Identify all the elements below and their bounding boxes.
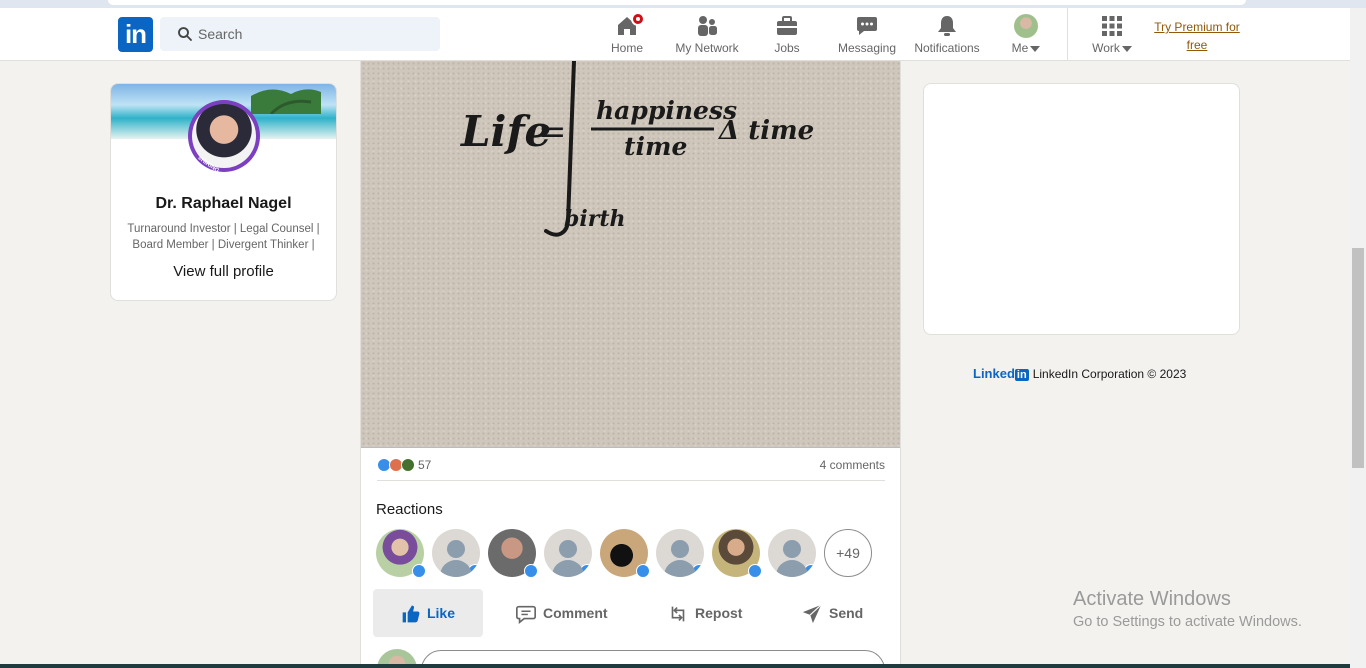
profile-avatar[interactable]: #HIRING — [188, 100, 260, 174]
repost-label: Repost — [695, 605, 743, 621]
like-label: Like — [426, 605, 455, 621]
more-reactors-button[interactable]: +49 — [824, 529, 872, 577]
bell-icon — [935, 14, 959, 38]
premium-line-1: Try Premium for — [1154, 20, 1240, 34]
reaction-count[interactable]: 57 — [418, 458, 431, 472]
like-badge-icon — [804, 564, 816, 577]
reactions-heading: Reactions — [376, 501, 443, 518]
like-badge-icon — [524, 564, 538, 578]
chat-bubble-icon — [855, 14, 879, 38]
reactor-avatar[interactable] — [712, 529, 762, 578]
nav-work-label: Work — [1092, 41, 1120, 55]
formula-equals: = — [538, 112, 567, 152]
view-full-profile-link[interactable]: View full profile — [111, 263, 336, 280]
caret-down-icon — [1030, 45, 1041, 52]
repost-icon — [671, 606, 685, 622]
nav-jobs-label: Jobs — [774, 41, 800, 55]
reactor-avatar[interactable] — [600, 529, 650, 578]
reactor-avatar[interactable] — [656, 529, 704, 577]
reactor-avatar[interactable] — [376, 529, 426, 578]
nav-divider — [1067, 8, 1068, 61]
reactor-avatar[interactable] — [432, 529, 480, 577]
reactor-avatar[interactable] — [768, 529, 816, 577]
nav-notifications[interactable]: Notifications — [911, 8, 983, 61]
reaction-icons[interactable] — [377, 458, 417, 472]
formula-delta-time: Δ time — [717, 116, 814, 146]
try-premium-link[interactable]: Try Premium for free — [1150, 18, 1244, 54]
ad-card — [923, 83, 1240, 335]
like-badge-icon — [748, 564, 762, 578]
profile-headline-line-2: Board Member | Divergent Thinker | — [132, 239, 315, 251]
comment-label: Comment — [543, 605, 608, 621]
search-icon — [178, 27, 192, 41]
reactor-avatar[interactable] — [544, 529, 592, 577]
nav-jobs[interactable]: Jobs — [763, 8, 811, 61]
like-button[interactable]: Like — [373, 589, 483, 637]
top-navigation: in Home My Network Jobs Messaging Notifi… — [0, 8, 1350, 61]
nav-me-label: Me — [1011, 41, 1029, 55]
life-formula-graphic: Life = happiness time Δ time birth — [460, 61, 814, 237]
repost-button[interactable]: Repost — [667, 589, 757, 637]
browser-tab-strip — [0, 0, 1366, 8]
nav-my-network-label: My Network — [675, 41, 739, 55]
formula-denominator: time — [624, 132, 687, 161]
nav-my-network[interactable]: My Network — [670, 8, 744, 61]
caret-down-icon — [1121, 45, 1132, 52]
post-image[interactable]: Life = happiness time Δ time birth — [361, 61, 900, 448]
premium-line-2: free — [1186, 38, 1208, 52]
grid-icon — [1100, 14, 1124, 38]
footer-copyright: LinkedIn Corporation © 2023 — [1032, 367, 1187, 381]
nav-me[interactable]: Me — [1003, 8, 1049, 61]
feed-post: Life = happiness time Δ time birth 57 4 … — [360, 61, 901, 668]
taskbar-edge — [0, 664, 1350, 668]
nav-work[interactable]: Work — [1085, 8, 1139, 61]
briefcase-icon — [775, 14, 799, 38]
people-icon — [695, 14, 719, 38]
profile-headline-line-1: Turnaround Investor | Legal Counsel | — [127, 223, 320, 235]
avatar — [1014, 14, 1038, 38]
send-icon — [802, 604, 822, 624]
profile-headline: Turnaround Investor | Legal Counsel | Bo… — [123, 221, 324, 253]
like-badge-icon — [580, 564, 592, 577]
thumbs-up-icon — [402, 605, 420, 623]
social-counts: 57 4 comments — [377, 456, 885, 481]
like-badge-icon — [636, 564, 650, 578]
nav-messaging[interactable]: Messaging — [835, 8, 899, 61]
nav-notifications-label: Notifications — [914, 41, 980, 55]
formula-numerator: happiness — [596, 96, 737, 125]
nav-home[interactable]: Home — [603, 8, 651, 61]
comment-button[interactable]: Comment — [515, 589, 615, 637]
home-icon — [615, 12, 645, 38]
reactor-avatar[interactable] — [488, 529, 538, 578]
support-reaction-icon — [401, 458, 415, 472]
search-bar[interactable] — [160, 17, 440, 51]
activate-title: Activate Windows — [1073, 588, 1231, 610]
scrollbar-thumb[interactable] — [1352, 248, 1364, 468]
comments-count-link[interactable]: 4 comments — [820, 458, 885, 472]
nav-messaging-label: Messaging — [837, 41, 897, 55]
like-badge-icon — [468, 564, 480, 577]
profile-name[interactable]: Dr. Raphael Nagel — [111, 195, 336, 213]
linkedin-logo[interactable]: in — [118, 17, 153, 52]
search-input[interactable] — [198, 17, 428, 51]
linkedin-wordmark: Linked — [973, 366, 1015, 381]
formula-lower-limit: birth — [564, 206, 626, 232]
page-scrollbar[interactable] — [1350, 8, 1366, 668]
browser-tab — [108, 0, 1246, 5]
profile-card: #HIRING Dr. Raphael Nagel Turnaround Inv… — [110, 83, 337, 301]
comment-icon — [516, 606, 536, 625]
activate-subtitle: Go to Settings to activate Windows. — [1073, 614, 1302, 630]
linkedin-in-logo: in — [1014, 369, 1029, 381]
activate-windows-watermark: Activate Windows Go to Settings to activ… — [1073, 588, 1302, 630]
send-label: Send — [829, 605, 864, 621]
send-button[interactable]: Send — [801, 589, 881, 637]
like-badge-icon — [412, 564, 426, 578]
footer-brand: Linked in LinkedIn Corporation © 2023 — [973, 366, 1186, 381]
nav-home-label: Home — [610, 41, 643, 55]
post-action-bar: Like Comment Repost Send — [373, 589, 885, 637]
notification-badge — [631, 12, 645, 26]
like-badge-icon — [692, 564, 704, 577]
